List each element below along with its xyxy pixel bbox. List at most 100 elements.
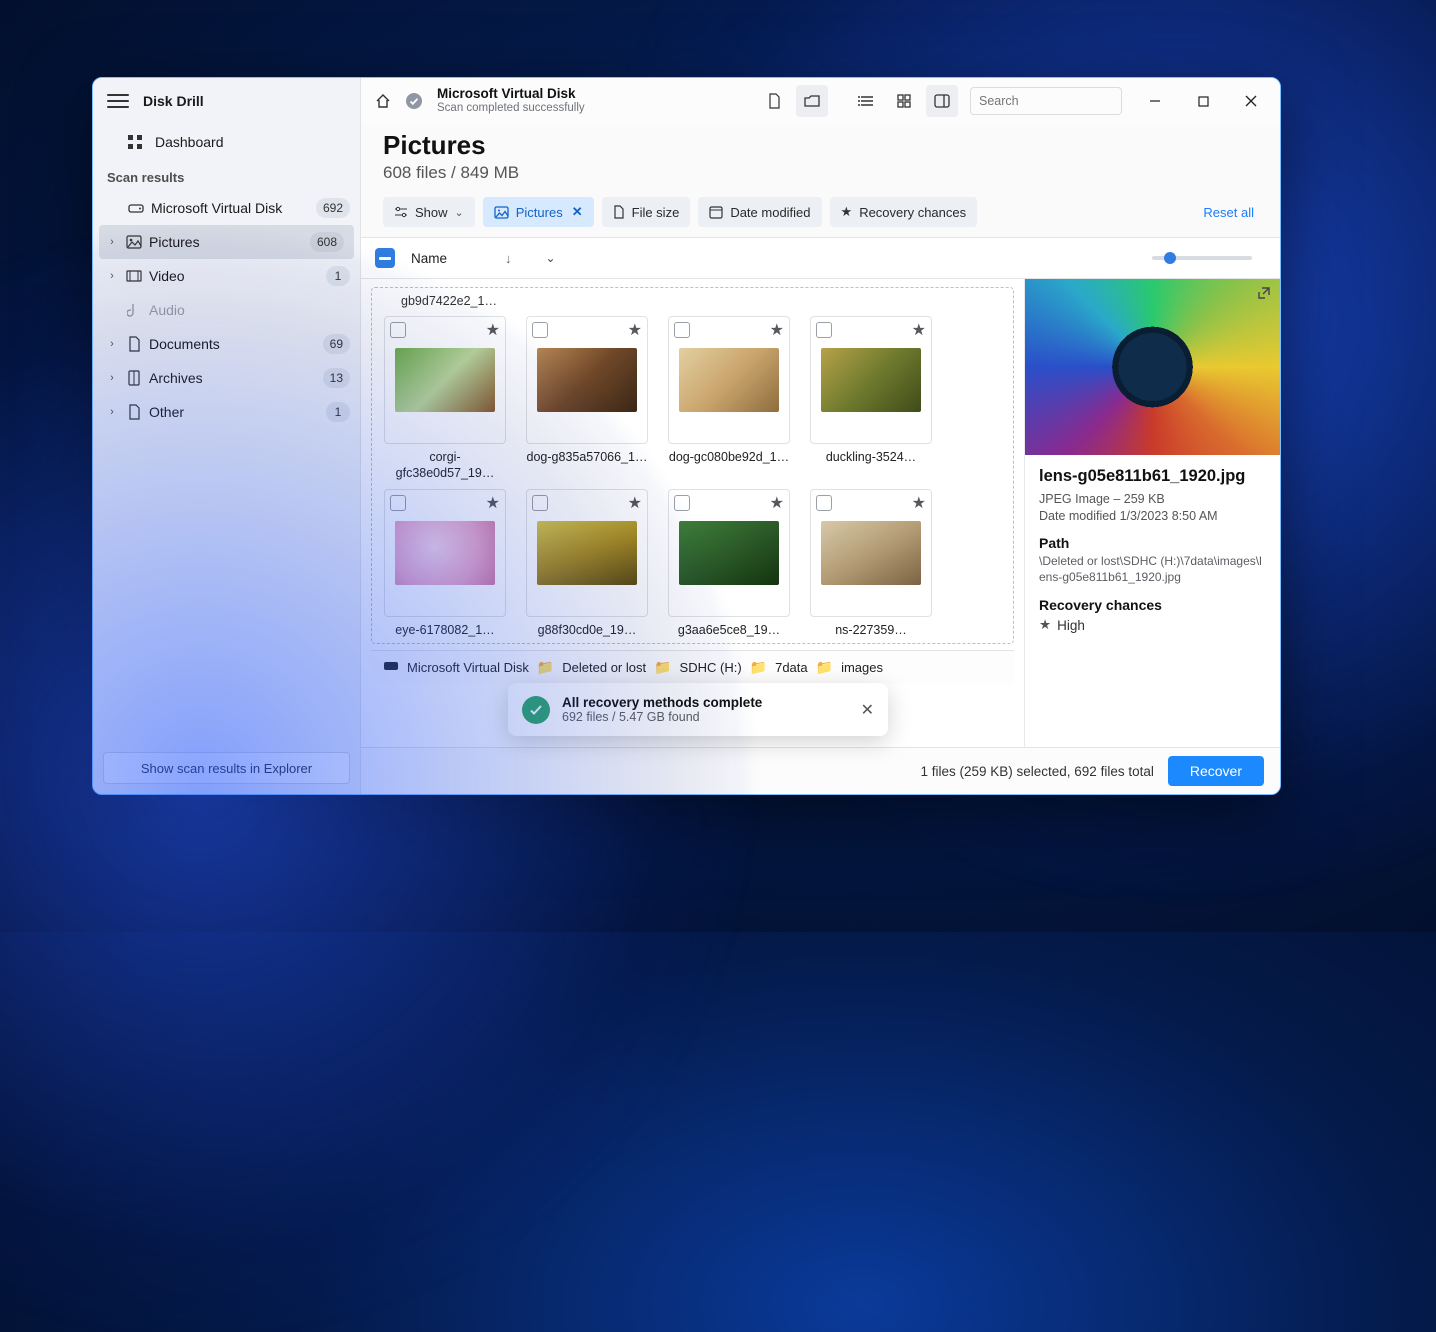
- sidebar-other-label: Other: [145, 404, 326, 420]
- toast-close-icon[interactable]: ✕: [861, 700, 874, 720]
- column-name[interactable]: Name: [411, 251, 447, 266]
- star-icon[interactable]: ★: [628, 320, 642, 340]
- thumb-checkbox[interactable]: [816, 495, 832, 511]
- show-in-explorer-button[interactable]: Show scan results in Explorer: [103, 752, 350, 784]
- sidebar-item-other[interactable]: › Other 1: [93, 395, 360, 429]
- preview-panel: lens-g05e811b61_1920.jpg JPEG Image – 25…: [1024, 279, 1280, 747]
- search-input[interactable]: [979, 94, 1140, 108]
- sidebar-section-label: Scan results: [93, 160, 360, 191]
- thumb-image: [821, 348, 921, 412]
- sidebar-item-video[interactable]: › Video 1: [93, 259, 360, 293]
- star-icon[interactable]: ★: [770, 320, 784, 340]
- thumb-checkbox[interactable]: [816, 322, 832, 338]
- filter-pictures-chip[interactable]: Pictures ✕: [483, 197, 594, 227]
- show-dropdown[interactable]: Show ⌄: [383, 197, 475, 227]
- thumb-checkbox[interactable]: [390, 322, 406, 338]
- thumb-card[interactable]: ★ corgi-gfc38e0d57_19…: [384, 316, 506, 481]
- star-icon[interactable]: ★: [912, 320, 926, 340]
- sidebar-item-disk[interactable]: Microsoft Virtual Disk 692: [93, 191, 360, 225]
- titlebar: Microsoft Virtual Disk Scan completed su…: [361, 78, 1280, 124]
- sidebar-item-dashboard[interactable]: Dashboard: [93, 124, 360, 160]
- preview-body: lens-g05e811b61_1920.jpg JPEG Image – 25…: [1025, 455, 1280, 645]
- list-view-icon[interactable]: [850, 85, 882, 117]
- home-button[interactable]: [369, 87, 397, 115]
- app-title: Disk Drill: [143, 93, 204, 109]
- crumb[interactable]: 7data: [775, 660, 808, 675]
- preview-path-label: Path: [1039, 535, 1266, 551]
- crumb[interactable]: SDHC (H:): [680, 660, 742, 675]
- folder-view-icon[interactable]: [796, 85, 828, 117]
- crumb[interactable]: Deleted or lost: [562, 660, 646, 675]
- filter-datemod-chip[interactable]: Date modified: [698, 197, 821, 227]
- documents-icon: [123, 336, 145, 352]
- star-icon[interactable]: ★: [770, 493, 784, 513]
- preview-filename: lens-g05e811b61_1920.jpg: [1039, 467, 1266, 486]
- minimize-button[interactable]: [1134, 85, 1176, 117]
- star-icon[interactable]: ★: [912, 493, 926, 513]
- footer: 1 files (259 KB) selected, 692 files tot…: [361, 748, 1280, 794]
- column-menu-icon[interactable]: ⌄: [546, 251, 556, 265]
- thumb-card[interactable]: ★ g88f30cd0e_19…: [526, 489, 648, 639]
- select-all-checkbox[interactable]: [375, 248, 395, 268]
- filter-recovery-chip[interactable]: ★ Recovery chances: [830, 197, 978, 227]
- star-icon[interactable]: ★: [628, 493, 642, 513]
- filter-clear-icon[interactable]: ✕: [572, 204, 583, 220]
- star-icon[interactable]: ★: [486, 320, 500, 340]
- thumb-caption: dog-g835a57066_1…: [526, 450, 648, 466]
- pictures-icon: [123, 235, 145, 249]
- recover-button[interactable]: Recover: [1168, 756, 1264, 786]
- search-field[interactable]: [970, 87, 1122, 115]
- thumbnail-grid: gb9d7422e2_1… ★ corgi-gfc38e0d57_19… ★ d…: [361, 279, 1024, 747]
- sidebar-item-documents[interactable]: › Documents 69: [93, 327, 360, 361]
- thumb-checkbox[interactable]: [532, 322, 548, 338]
- star-icon[interactable]: ★: [486, 493, 500, 513]
- sidebar-disk-label: Microsoft Virtual Disk: [147, 200, 316, 216]
- maximize-button[interactable]: [1182, 85, 1224, 117]
- sort-icon[interactable]: ↓: [505, 251, 512, 266]
- thumb-card[interactable]: ★ g3aa6e5ce8_19…: [668, 489, 790, 639]
- thumb-card[interactable]: ★ dog-g835a57066_1…: [526, 316, 648, 481]
- thumb-card[interactable]: ★ eye-6178082_1…: [384, 489, 506, 639]
- sidebar-archives-label: Archives: [145, 370, 323, 386]
- filter-pictures-label: Pictures: [516, 205, 563, 220]
- menu-icon[interactable]: [107, 90, 129, 112]
- file-view-icon[interactable]: [758, 85, 790, 117]
- thumb-caption: dog-gc080be92d_1…: [668, 450, 790, 466]
- thumb-card[interactable]: ★ duckling-3524…: [810, 316, 932, 481]
- page-header: Pictures 608 files / 849 MB: [361, 124, 1280, 193]
- split-view-icon[interactable]: [926, 85, 958, 117]
- filter-filesize-chip[interactable]: File size: [602, 197, 691, 227]
- thumb-image: [821, 521, 921, 585]
- sidebar-header: Disk Drill: [93, 78, 360, 124]
- thumb-checkbox[interactable]: [390, 495, 406, 511]
- zoom-slider[interactable]: [1152, 256, 1252, 260]
- thumb-checkbox[interactable]: [674, 322, 690, 338]
- page-title: Pictures: [383, 130, 1258, 161]
- sidebar-dashboard-label: Dashboard: [155, 134, 224, 150]
- thumbs-row2: ★ eye-6178082_1… ★ g88f30cd0e_19… ★ g3aa…: [378, 487, 1007, 641]
- thumb-checkbox[interactable]: [674, 495, 690, 511]
- breadcrumb: Microsoft Virtual Disk 📁Deleted or lost …: [371, 650, 1014, 684]
- thumb-card[interactable]: ★ dog-gc080be92d_1…: [668, 316, 790, 481]
- sidebar-item-audio[interactable]: Audio: [93, 293, 360, 327]
- sidebar-item-pictures[interactable]: › Pictures 608: [99, 225, 354, 259]
- thumb-checkbox[interactable]: [532, 495, 548, 511]
- crumb[interactable]: Microsoft Virtual Disk: [407, 660, 529, 675]
- sidebar-item-archives[interactable]: › Archives 13: [93, 361, 360, 395]
- close-button[interactable]: [1230, 85, 1272, 117]
- scan-title: Microsoft Virtual Disk: [437, 86, 585, 102]
- archives-icon: [123, 370, 145, 386]
- chevron-right-icon: ›: [101, 270, 123, 282]
- sidebar-archives-badge: 13: [323, 368, 350, 388]
- reset-all-link[interactable]: Reset all: [1203, 205, 1258, 220]
- toast-detail: 692 files / 5.47 GB found: [562, 710, 762, 724]
- thumb-image: [679, 521, 779, 585]
- grid-view-icon[interactable]: [888, 85, 920, 117]
- pictures-icon: [494, 206, 509, 219]
- toast-text: All recovery methods complete 692 files …: [562, 695, 762, 724]
- thumb-caption: g3aa6e5ce8_19…: [668, 623, 790, 639]
- chevron-right-icon: ›: [101, 338, 123, 350]
- popout-icon[interactable]: [1256, 285, 1272, 301]
- crumb[interactable]: images: [841, 660, 883, 675]
- thumb-card[interactable]: ★ ns-227359…: [810, 489, 932, 639]
